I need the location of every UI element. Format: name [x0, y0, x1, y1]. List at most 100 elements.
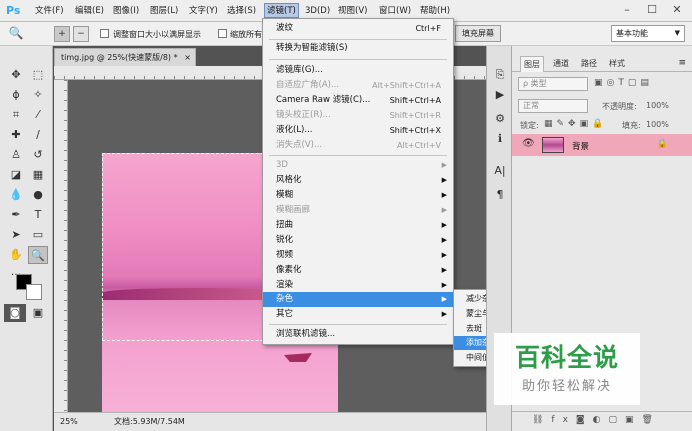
close-icon[interactable]: ✕: [666, 2, 688, 18]
fill-screen-button[interactable]: 填充屏幕: [455, 25, 501, 42]
menu-item-distort[interactable]: 扭曲 ▶: [263, 218, 453, 233]
menu-image[interactable]: 图像(I): [113, 4, 139, 18]
document-tab[interactable]: timg.jpg @ 25%(快速蒙版/8) * ×: [54, 48, 196, 66]
document-tab-title: timg.jpg @ 25%(快速蒙版/8) *: [61, 53, 178, 62]
properties-panel-icon[interactable]: ⚙: [491, 110, 509, 128]
lasso-tool-icon[interactable]: ϕ: [6, 86, 26, 104]
eyedropper-tool-icon[interactable]: ⁄: [28, 106, 48, 124]
blur-tool-icon[interactable]: 💧: [6, 186, 26, 204]
menu-item-blur[interactable]: 模糊 ▶: [263, 188, 453, 203]
paragraph-panel-icon[interactable]: ¶: [491, 186, 509, 204]
menu-filter[interactable]: 滤镜(T): [264, 3, 299, 18]
menu-help[interactable]: 帮助(H): [420, 4, 450, 18]
menu-item-video[interactable]: 视频 ▶: [263, 248, 453, 263]
magic-wand-tool-icon[interactable]: ✧: [28, 86, 48, 104]
actions-panel-icon[interactable]: ▶: [491, 86, 509, 104]
layer-kind-filter[interactable]: ρ 类型: [518, 77, 588, 91]
menu-item-noise[interactable]: 杂色 ▶: [263, 292, 453, 307]
layer-thumbnail: [542, 137, 564, 153]
menu-item-browse-online-filters[interactable]: 浏览联机滤镜...: [263, 327, 453, 342]
eraser-tool-icon[interactable]: ◪: [6, 166, 26, 184]
menu-view[interactable]: 视图(V): [338, 4, 367, 18]
history-panel-icon[interactable]: ⎘: [491, 66, 509, 84]
submenu-arrow-icon: ▶: [441, 206, 447, 214]
type-tool-icon[interactable]: T: [28, 206, 48, 224]
menu-layer[interactable]: 图层(L): [150, 4, 178, 18]
shape-tool-icon[interactable]: ▭: [28, 226, 48, 244]
menu-item-other[interactable]: 其它 ▶: [263, 307, 453, 322]
eye-icon[interactable]: 👁: [522, 138, 535, 149]
submenu-arrow-icon: ▶: [441, 161, 447, 169]
character-panel-icon[interactable]: A|: [491, 162, 509, 180]
healing-brush-tool-icon[interactable]: ✚: [6, 126, 26, 144]
watermark-subtitle: 助你轻松解决: [521, 379, 612, 394]
move-tool-icon[interactable]: ✥: [6, 66, 26, 84]
menu-separator: [269, 39, 447, 40]
layer-actions-icons[interactable]: ⛓fx◙◐▢▣🗑: [532, 415, 661, 425]
menu-separator: [269, 59, 447, 60]
quick-mask-icon[interactable]: ◙: [4, 304, 26, 322]
workspace-select[interactable]: 基本功能 ▼: [611, 25, 685, 42]
menu-item-pixelate[interactable]: 像素化 ▶: [263, 263, 453, 278]
filter-icons[interactable]: ▣◎T▢▤: [594, 78, 653, 88]
submenu-arrow-icon: ▶: [441, 281, 447, 289]
resize-windows-checkbox[interactable]: [100, 29, 109, 38]
photoshop-logo: Ps: [6, 4, 21, 17]
menu-item-last-filter[interactable]: 波纹 Ctrl+F: [263, 21, 453, 36]
marquee-tool-icon[interactable]: ⬚: [28, 66, 48, 84]
fill-value[interactable]: 100%: [646, 120, 669, 129]
menu-3d[interactable]: 3D(D): [305, 4, 330, 18]
tab-channels[interactable]: 通道: [550, 58, 572, 70]
menu-item-convert-smart-filters[interactable]: 转换为智能滤镜(S): [263, 41, 453, 56]
dodge-tool-icon[interactable]: ●: [28, 186, 48, 204]
menu-item-render[interactable]: 渲染 ▶: [263, 278, 453, 293]
crop-tool-icon[interactable]: ⌗: [6, 106, 26, 124]
zoom-in-icon[interactable]: +: [54, 26, 70, 42]
clone-stamp-tool-icon[interactable]: ♙: [6, 146, 26, 164]
hand-tool-icon[interactable]: ✋: [6, 246, 26, 264]
tab-layers[interactable]: 图层: [520, 56, 544, 72]
menu-separator: [269, 155, 447, 156]
zoom-out-icon[interactable]: −: [73, 26, 89, 42]
minimize-icon[interactable]: –: [616, 2, 638, 18]
menu-type[interactable]: 文字(Y): [189, 4, 218, 18]
tab-styles[interactable]: 样式: [606, 58, 628, 70]
menu-item-liquify[interactable]: 液化(L)... Shift+Ctrl+X: [263, 123, 453, 138]
maximize-icon[interactable]: ☐: [641, 2, 663, 18]
menu-item-stylize[interactable]: 风格化 ▶: [263, 173, 453, 188]
info-panel-icon[interactable]: ℹ: [491, 130, 509, 148]
zoom-all-checkbox[interactable]: [218, 29, 227, 38]
panel-menu-icon[interactable]: ≡: [678, 58, 686, 68]
menu-select[interactable]: 选择(S): [227, 4, 256, 18]
menu-edit[interactable]: 编辑(E): [75, 4, 104, 18]
zoom-level[interactable]: 25%: [60, 413, 78, 431]
lock-label: 锁定:: [520, 121, 539, 130]
menu-window[interactable]: 窗口(W): [379, 4, 411, 18]
background-color-swatch[interactable]: [26, 284, 42, 300]
zoom-tool-icon[interactable]: 🔍: [28, 246, 48, 264]
menu-item-lens-correction: 镜头校正(R)... Shift+Ctrl+R: [276, 110, 441, 120]
menu-item-sharpen[interactable]: 锐化 ▶: [263, 233, 453, 248]
document-info[interactable]: 文档:5.93M/7.54M: [114, 413, 185, 431]
submenu-arrow-icon: ▶: [441, 251, 447, 259]
opacity-value[interactable]: 100%: [646, 101, 669, 110]
gradient-tool-icon[interactable]: ▦: [28, 166, 48, 184]
brush-tool-icon[interactable]: ∕: [28, 126, 48, 144]
layer-name[interactable]: 背景: [572, 140, 589, 152]
pen-tool-icon[interactable]: ✒: [6, 206, 26, 224]
layer-row-background[interactable]: 👁 背景 🔒: [512, 134, 692, 156]
zoom-tool-preset-icon[interactable]: 🔍: [8, 26, 24, 42]
layers-panel-footer: ⛓fx◙◐▢▣🗑: [512, 411, 692, 431]
chevron-down-icon: ▼: [674, 29, 680, 37]
lock-icons[interactable]: ▦✎✥▣🔒: [544, 119, 607, 129]
screen-mode-icon[interactable]: ▣: [28, 304, 48, 322]
history-brush-tool-icon[interactable]: ↺: [28, 146, 48, 164]
menu-item-filter-gallery[interactable]: 滤镜库(G)...: [263, 63, 453, 78]
close-tab-icon[interactable]: ×: [184, 49, 191, 66]
blend-mode-select[interactable]: 正常: [518, 99, 588, 113]
path-selection-tool-icon[interactable]: ➤: [6, 226, 26, 244]
menu-item-adaptive-wide-angle: 自适应广角(A)... Alt+Shift+Ctrl+A: [276, 80, 441, 90]
menu-file[interactable]: 文件(F): [35, 4, 64, 18]
menu-item-camera-raw[interactable]: Camera Raw 滤镜(C)... Shift+Ctrl+A: [263, 93, 453, 108]
tab-paths[interactable]: 路径: [578, 58, 600, 70]
